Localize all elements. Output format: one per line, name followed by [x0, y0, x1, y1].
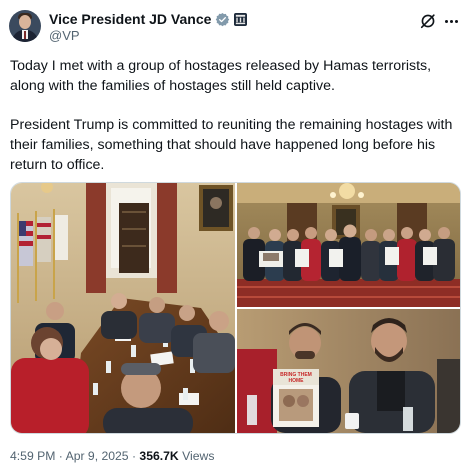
verified-badge-icon[interactable] [215, 12, 230, 27]
government-affiliation-icon[interactable] [234, 12, 248, 26]
group-photo-with-signs[interactable] [237, 183, 460, 307]
grok-icon[interactable] [419, 12, 437, 30]
separator: · [58, 449, 63, 463]
views-label: Views [182, 449, 215, 463]
hostage-holding-poster-photo[interactable]: BRING THEM HOME [237, 309, 460, 433]
tweet-paragraph-1: Today I met with a group of hostages rel… [10, 58, 432, 94]
more-options-icon[interactable] [441, 12, 461, 30]
tweet-text: Today I met with a group of hostages rel… [10, 56, 462, 175]
views-count: 356.7K [139, 449, 179, 463]
separator: · [131, 449, 137, 463]
svg-text:HOME: HOME [289, 378, 305, 384]
post-time[interactable]: 4:59 PM [10, 449, 55, 463]
author-handle[interactable]: @VP [49, 28, 80, 43]
tweet-post: Vice President JD Vance @VP Today I met … [0, 0, 470, 473]
tweet-paragraph-2: President Trump is committed to reunitin… [10, 117, 453, 173]
media-grid: BRING THEM HOME [10, 182, 461, 434]
author-avatar[interactable] [9, 10, 41, 42]
meeting-room-photo[interactable] [11, 183, 235, 433]
author-display-name[interactable]: Vice President JD Vance [49, 11, 211, 27]
tweet-metadata: 4:59 PM · Apr 9, 2025 · 356.7K Views [10, 449, 214, 463]
post-date[interactable]: Apr 9, 2025 [66, 449, 129, 463]
author-name-row: Vice President JD Vance [49, 10, 248, 28]
